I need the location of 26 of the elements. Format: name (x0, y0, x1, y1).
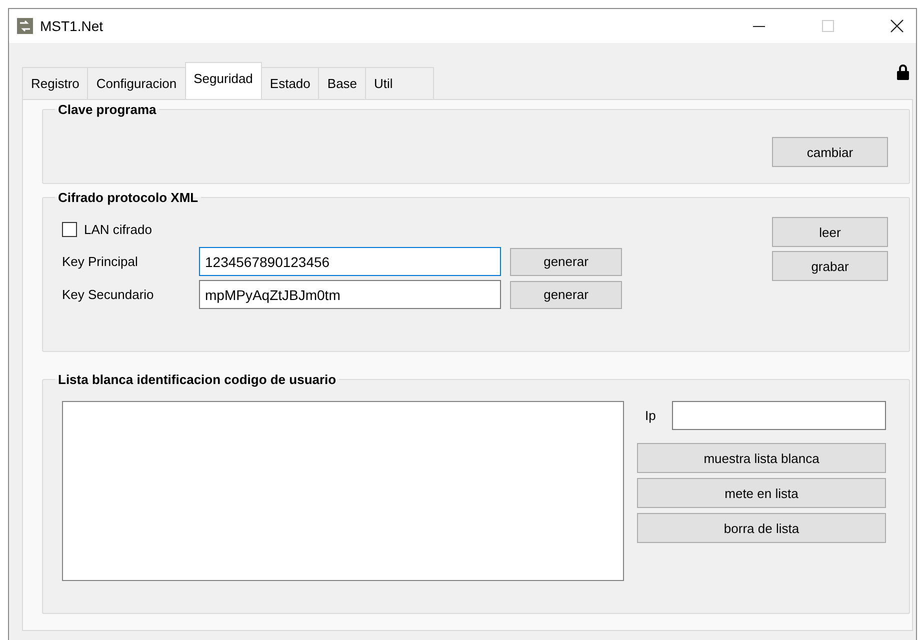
group-title: Lista blanca identificacion codigo de usuario (57, 372, 338, 387)
tab[interactable]: Util (365, 67, 434, 99)
tab[interactable]: Registro (22, 67, 88, 99)
input-field[interactable]: 1234567890123456 (199, 247, 501, 276)
field-label: Key Secundario (62, 287, 155, 302)
action-button[interactable]: muestra lista blanca (637, 443, 886, 473)
checkbox-label: LAN cifrado (84, 222, 152, 237)
close-icon[interactable] (890, 19, 904, 33)
app-icon (17, 18, 33, 34)
generate-button[interactable]: generar (510, 248, 622, 276)
action-button[interactable]: leer (772, 217, 888, 247)
field-label: Key Principal (62, 254, 139, 269)
checkbox[interactable] (62, 222, 77, 237)
input-field[interactable] (672, 401, 886, 430)
lock-icon (897, 64, 909, 80)
group-title: Cifrado protocolo XML (57, 190, 200, 205)
group-title: Clave programa (57, 102, 158, 117)
window-title: MST1.Net (40, 18, 104, 34)
action-button[interactable]: borra de lista (637, 513, 886, 543)
generate-button[interactable]: generar (510, 280, 622, 308)
input-field[interactable]: mpMPyAqZtJBJm0tm (199, 280, 501, 309)
action-button[interactable]: grabar (772, 251, 888, 281)
action-button[interactable]: mete en lista (637, 478, 886, 508)
tab[interactable]: Seguridad (184, 62, 262, 99)
field-label: Ip (644, 408, 657, 423)
change-button[interactable]: cambiar (772, 137, 888, 167)
